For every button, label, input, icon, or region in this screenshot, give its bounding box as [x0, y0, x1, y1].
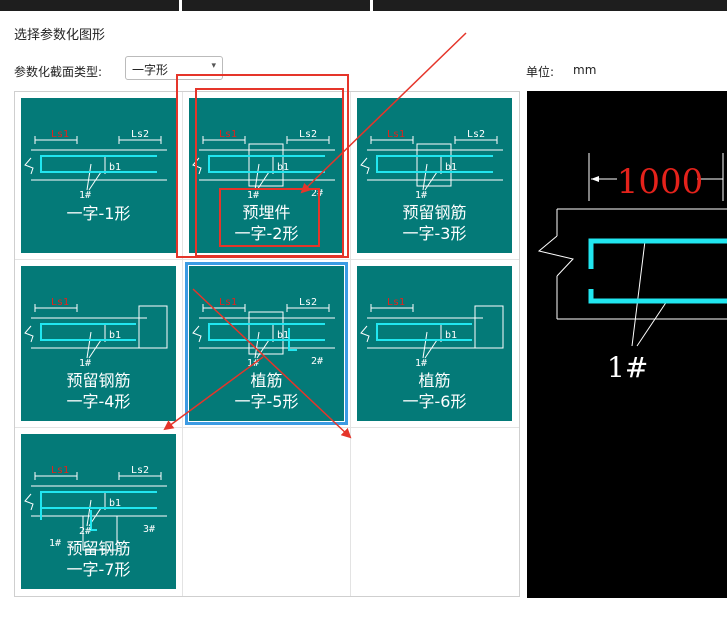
annotation-arrow	[163, 356, 264, 431]
annotation-box	[176, 74, 349, 258]
parametric-shape-dialog: 选择参数化图形 参数化截面类型: 一字形 ▾ 单位: mm Ls1 Ls2 b1 1#…	[0, 11, 727, 625]
title-bar-strip	[0, 0, 727, 11]
annotation-box	[195, 88, 344, 257]
annotation-overlay	[163, 32, 467, 439]
annotation-arrow	[300, 32, 467, 194]
title-bar-gap	[179, 0, 182, 11]
annotation-box	[219, 188, 320, 247]
annotation-arrow	[192, 288, 352, 439]
title-bar-gap	[370, 0, 373, 11]
